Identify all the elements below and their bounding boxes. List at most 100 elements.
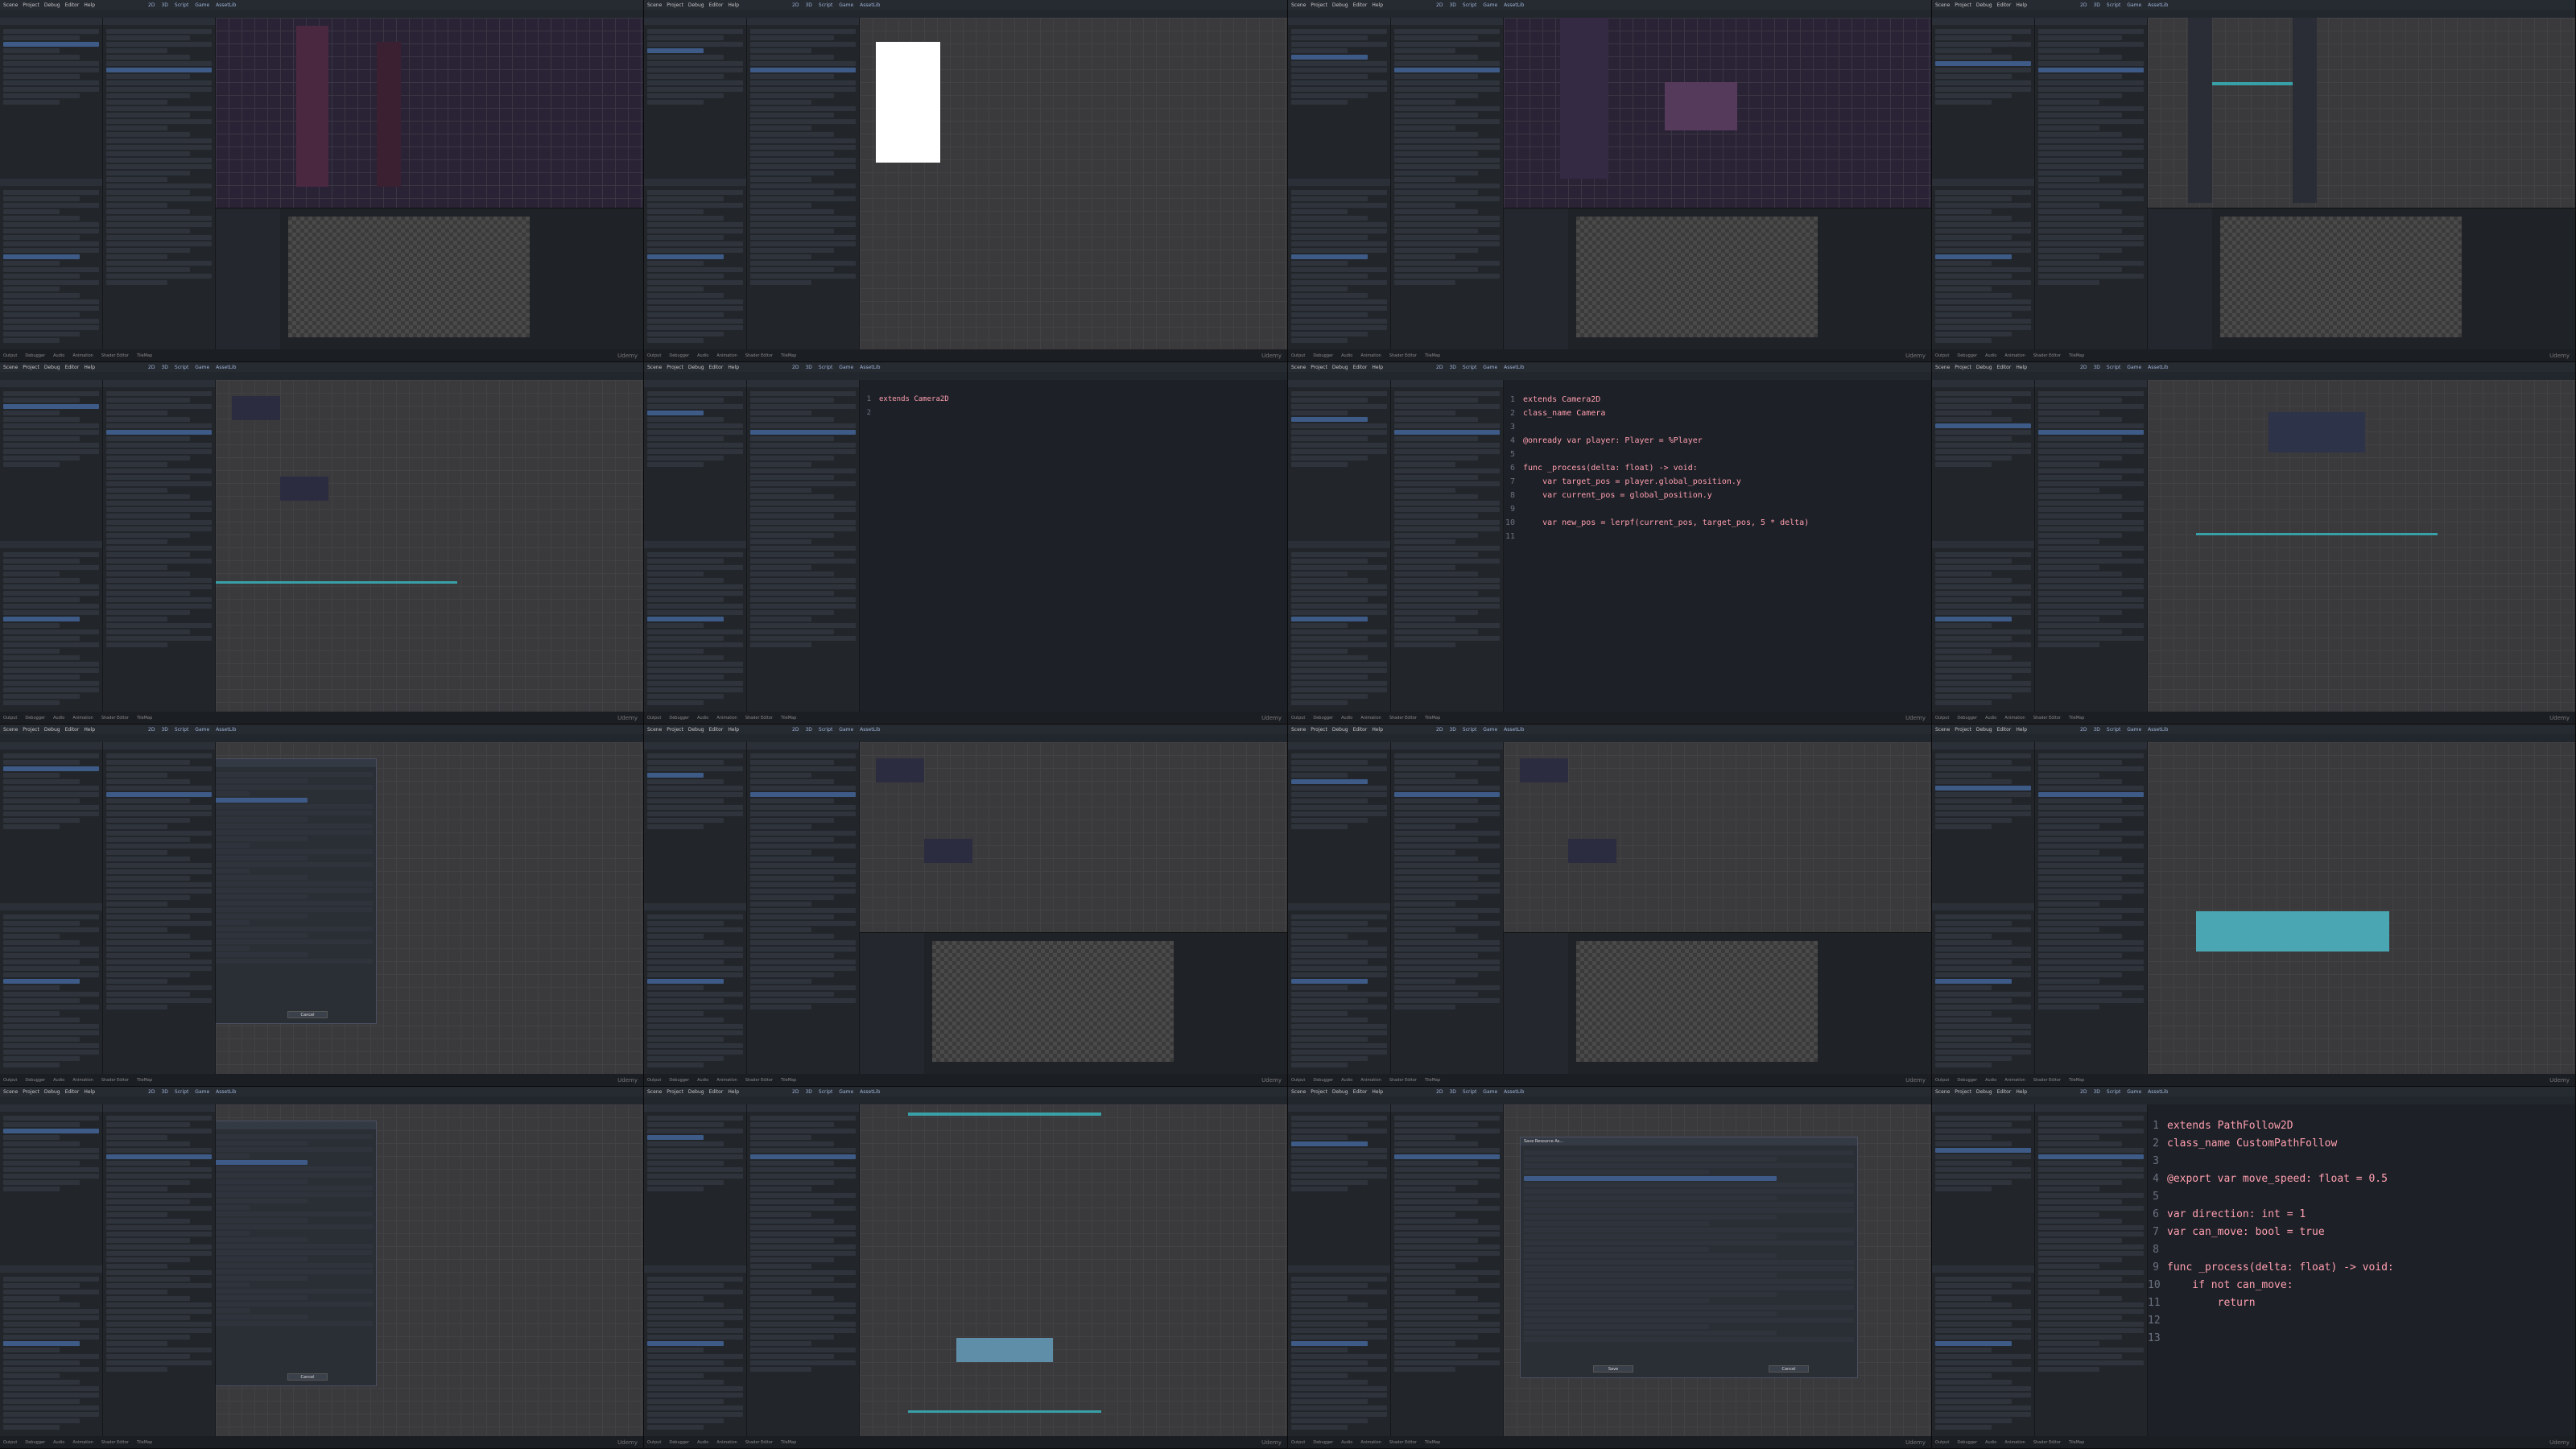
workspace-tab[interactable]: 3D — [161, 727, 167, 733]
tree-item[interactable] — [1291, 48, 1348, 53]
bottom-tab[interactable]: Audio — [1341, 1440, 1352, 1445]
code-line[interactable]: 9 — [1504, 502, 1931, 516]
tree-item[interactable] — [750, 184, 856, 188]
code-line[interactable]: 11 — [1504, 530, 1931, 543]
tree-item[interactable] — [1394, 1187, 1456, 1191]
tree-item[interactable] — [1291, 572, 1348, 576]
tree-item[interactable] — [750, 1005, 812, 1009]
tree-item[interactable] — [1291, 229, 1387, 233]
tree-item[interactable] — [2038, 591, 2123, 596]
tree-item[interactable] — [2038, 1212, 2100, 1217]
tree-item[interactable] — [1935, 1399, 2013, 1404]
bottom-tab[interactable]: Output — [647, 1078, 661, 1083]
tree-item[interactable] — [750, 391, 856, 396]
tree-item[interactable] — [2038, 1302, 2144, 1307]
tree-item[interactable] — [750, 1360, 856, 1365]
tree-item[interactable] — [1291, 1030, 1387, 1035]
workspace-tab[interactable]: 3D — [2093, 365, 2099, 370]
menu-item[interactable]: Help — [2016, 727, 2027, 733]
tree-item[interactable] — [2038, 850, 2100, 855]
tree-item[interactable] — [750, 119, 856, 124]
tree-item[interactable] — [647, 792, 743, 797]
tree-item[interactable] — [1935, 48, 1992, 53]
workspace-tab[interactable]: Game — [195, 365, 209, 370]
tree-item[interactable] — [216, 907, 373, 912]
tree-item[interactable] — [3, 1315, 99, 1320]
tree-item[interactable] — [1935, 921, 2013, 926]
tree-item[interactable] — [106, 1296, 191, 1301]
tree-item[interactable] — [1291, 449, 1387, 454]
tree-item[interactable] — [1394, 908, 1500, 913]
tree-item[interactable] — [647, 1180, 724, 1185]
tree-item[interactable] — [750, 55, 835, 60]
tree-item[interactable] — [750, 889, 856, 894]
tree-item[interactable] — [2038, 539, 2100, 544]
tree-item[interactable] — [750, 507, 856, 512]
tree-item[interactable] — [3, 1011, 60, 1016]
tree-item[interactable] — [647, 462, 704, 467]
tree-item[interactable] — [1935, 1154, 2031, 1159]
tree-item[interactable] — [1935, 203, 2031, 208]
tree-item[interactable] — [106, 261, 212, 266]
tree-item[interactable] — [750, 824, 812, 829]
tree-item[interactable] — [1394, 642, 1456, 647]
workspace-tab[interactable]: Script — [175, 1089, 188, 1095]
tree-item[interactable] — [1394, 1360, 1500, 1365]
tree-item[interactable] — [750, 100, 812, 105]
tree-item[interactable] — [2038, 48, 2100, 53]
bottom-tab[interactable]: TileMap — [1425, 716, 1440, 720]
tree-item[interactable] — [216, 1212, 373, 1216]
tile-atlas[interactable] — [1576, 217, 1818, 337]
tree-item[interactable] — [1935, 1393, 2031, 1397]
menu-item[interactable]: Scene — [3, 1089, 18, 1095]
tree-item[interactable] — [2038, 1354, 2123, 1359]
tree-item[interactable] — [106, 216, 212, 221]
menu-item[interactable]: Help — [1372, 365, 1383, 370]
tree-item[interactable] — [1524, 1157, 1777, 1162]
tree-item[interactable] — [1935, 325, 2031, 330]
bottom-tab[interactable]: Debugger — [1313, 1440, 1333, 1445]
tree-item[interactable] — [1291, 786, 1387, 791]
tree-item[interactable] — [3, 552, 99, 557]
tree-item[interactable] — [750, 113, 835, 118]
tree-item[interactable] — [2038, 229, 2123, 233]
menu-item[interactable]: Scene — [1935, 365, 1950, 370]
menu-item[interactable]: Scene — [647, 1089, 662, 1095]
tree-item[interactable] — [750, 126, 812, 130]
code-line[interactable]: 6 func _process(delta: float) -> void: — [1504, 461, 1931, 475]
tree-item[interactable] — [750, 914, 835, 919]
tree-item[interactable] — [750, 475, 835, 480]
tree-item[interactable] — [1291, 1335, 1387, 1340]
viewport[interactable] — [860, 18, 1287, 349]
tree-item[interactable] — [3, 274, 80, 279]
tree-item[interactable] — [216, 1231, 250, 1236]
tree-item[interactable] — [1935, 1386, 2031, 1391]
tree-item[interactable] — [3, 1167, 99, 1172]
tree-item[interactable] — [1394, 177, 1456, 182]
tree-item[interactable] — [1394, 494, 1479, 499]
tree-item[interactable] — [2038, 636, 2144, 641]
tree-item[interactable] — [2038, 1277, 2123, 1282]
tree-item[interactable] — [750, 171, 835, 175]
menu-item[interactable]: Scene — [3, 2, 18, 8]
code-text[interactable]: extends Camera2D — [879, 393, 949, 407]
tree-item[interactable] — [1394, 617, 1456, 621]
tree-item[interactable] — [1394, 184, 1500, 188]
tree-item[interactable] — [1291, 779, 1368, 784]
tree-item[interactable] — [750, 48, 812, 53]
tree-item[interactable] — [3, 766, 99, 771]
bottom-tab[interactable]: Debugger — [25, 353, 45, 358]
tree-item[interactable] — [2038, 423, 2144, 428]
tree-item[interactable] — [1291, 1373, 1348, 1378]
tree-item[interactable] — [106, 850, 168, 855]
bottom-tab[interactable]: Output — [1291, 1440, 1305, 1445]
tree-item[interactable] — [750, 462, 812, 467]
code-line[interactable]: 12 — [2148, 1312, 2575, 1330]
tree-item[interactable] — [2038, 514, 2123, 518]
bottom-tab[interactable]: Shader Editor — [101, 1078, 129, 1083]
tree-item[interactable] — [750, 799, 835, 803]
tree-item[interactable] — [3, 42, 99, 47]
tree-item[interactable] — [750, 1367, 812, 1372]
tree-item[interactable] — [647, 242, 743, 246]
tree-item[interactable] — [1291, 1290, 1387, 1294]
